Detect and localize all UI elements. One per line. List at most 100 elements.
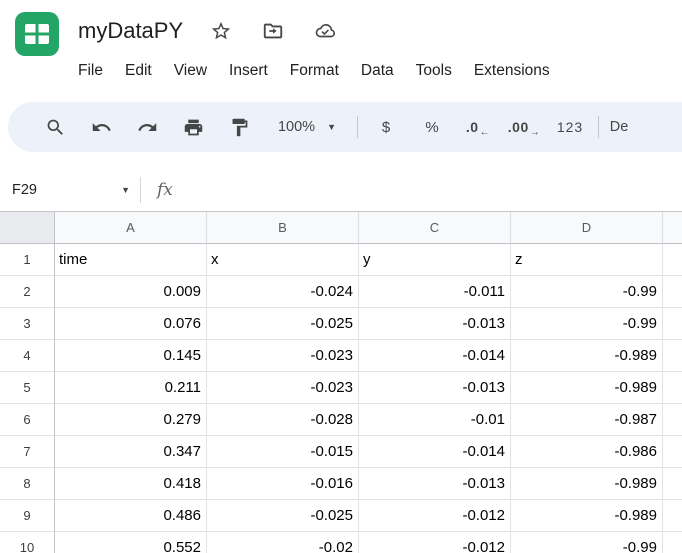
paint-format-icon[interactable] — [216, 109, 262, 145]
cell-E6[interactable] — [663, 404, 682, 436]
menu-file[interactable]: File — [67, 57, 114, 85]
row-header-2[interactable]: 2 — [0, 276, 55, 308]
menu-insert[interactable]: Insert — [218, 57, 279, 85]
cell-C6[interactable]: -0.01 — [359, 404, 511, 436]
cell-D7[interactable]: -0.986 — [511, 436, 663, 468]
cell-C7[interactable]: -0.014 — [359, 436, 511, 468]
column-header-row: ABCDE — [0, 212, 682, 244]
column-header-D[interactable]: D — [511, 212, 663, 244]
cell-D9[interactable]: -0.989 — [511, 500, 663, 532]
cell-B1[interactable]: x — [207, 244, 359, 276]
row-header-5[interactable]: 5 — [0, 372, 55, 404]
sheets-logo-icon[interactable] — [14, 11, 60, 57]
undo-icon[interactable] — [78, 109, 124, 145]
menu-tools[interactable]: Tools — [405, 57, 463, 85]
cell-B3[interactable]: -0.025 — [207, 308, 359, 340]
cell-A7[interactable]: 0.347 — [55, 436, 207, 468]
app-header: myDataPY File Edit View Insert Format Da… — [0, 0, 682, 88]
column-header-E[interactable]: E — [663, 212, 682, 244]
cell-E10[interactable] — [663, 532, 682, 553]
zoom-value: 100% — [278, 119, 315, 135]
decrease-decimal-label: .0 — [466, 119, 479, 135]
cell-D4[interactable]: -0.989 — [511, 340, 663, 372]
cell-C5[interactable]: -0.013 — [359, 372, 511, 404]
cell-B9[interactable]: -0.025 — [207, 500, 359, 532]
menu-format[interactable]: Format — [279, 57, 350, 85]
cell-C9[interactable]: -0.012 — [359, 500, 511, 532]
formula-bar: F29 ▼ fx — [0, 168, 682, 212]
cell-B4[interactable]: -0.023 — [207, 340, 359, 372]
star-icon[interactable] — [209, 19, 233, 43]
toolbar-divider — [357, 116, 358, 138]
column-header-B[interactable]: B — [207, 212, 359, 244]
cell-E1[interactable] — [663, 244, 682, 276]
row-header-9[interactable]: 9 — [0, 500, 55, 532]
menu-view[interactable]: View — [163, 57, 218, 85]
cell-C4[interactable]: -0.014 — [359, 340, 511, 372]
row-header-7[interactable]: 7 — [0, 436, 55, 468]
cell-A5[interactable]: 0.211 — [55, 372, 207, 404]
cell-E2[interactable] — [663, 276, 682, 308]
cell-D10[interactable]: -0.99 — [511, 532, 663, 553]
font-selector[interactable]: De — [604, 109, 634, 145]
document-title[interactable]: myDataPY — [78, 18, 183, 44]
fx-icon: fx — [157, 180, 173, 200]
column-header-C[interactable]: C — [359, 212, 511, 244]
column-header-A[interactable]: A — [55, 212, 207, 244]
cell-A6[interactable]: 0.279 — [55, 404, 207, 436]
currency-format-button[interactable]: $ — [363, 109, 409, 145]
cell-B6[interactable]: -0.028 — [207, 404, 359, 436]
toolbar: 100% ▼ $ % .0← .00→ 123 De — [8, 102, 682, 152]
search-icon[interactable] — [32, 109, 78, 145]
cell-A10[interactable]: 0.552 — [55, 532, 207, 553]
cell-C2[interactable]: -0.011 — [359, 276, 511, 308]
cell-E7[interactable] — [663, 436, 682, 468]
cell-E9[interactable] — [663, 500, 682, 532]
select-all-corner[interactable] — [0, 212, 55, 244]
cell-D1[interactable]: z — [511, 244, 663, 276]
cell-C8[interactable]: -0.013 — [359, 468, 511, 500]
row-header-4[interactable]: 4 — [0, 340, 55, 372]
percent-format-button[interactable]: % — [409, 109, 455, 145]
menu-data[interactable]: Data — [350, 57, 405, 85]
cell-E5[interactable] — [663, 372, 682, 404]
row-header-1[interactable]: 1 — [0, 244, 55, 276]
cell-D6[interactable]: -0.987 — [511, 404, 663, 436]
cell-D8[interactable]: -0.989 — [511, 468, 663, 500]
cell-C3[interactable]: -0.013 — [359, 308, 511, 340]
row-header-8[interactable]: 8 — [0, 468, 55, 500]
decrease-decimal-button[interactable]: .0← — [455, 109, 501, 145]
cell-A1[interactable]: time — [55, 244, 207, 276]
cell-D2[interactable]: -0.99 — [511, 276, 663, 308]
cell-B10[interactable]: -0.02 — [207, 532, 359, 553]
row-header-10[interactable]: 10 — [0, 532, 55, 553]
cell-B7[interactable]: -0.015 — [207, 436, 359, 468]
menu-edit[interactable]: Edit — [114, 57, 163, 85]
cell-D5[interactable]: -0.989 — [511, 372, 663, 404]
cell-A9[interactable]: 0.486 — [55, 500, 207, 532]
row-header-3[interactable]: 3 — [0, 308, 55, 340]
cell-E8[interactable] — [663, 468, 682, 500]
zoom-selector[interactable]: 100% ▼ — [262, 109, 352, 145]
cell-E3[interactable] — [663, 308, 682, 340]
cell-B2[interactable]: -0.024 — [207, 276, 359, 308]
name-box[interactable]: F29 ▼ — [0, 168, 140, 211]
row-header-6[interactable]: 6 — [0, 404, 55, 436]
menu-extensions[interactable]: Extensions — [463, 57, 561, 85]
cell-B5[interactable]: -0.023 — [207, 372, 359, 404]
cell-D3[interactable]: -0.99 — [511, 308, 663, 340]
redo-icon[interactable] — [124, 109, 170, 145]
move-folder-icon[interactable] — [261, 19, 285, 43]
cell-A3[interactable]: 0.076 — [55, 308, 207, 340]
cell-A8[interactable]: 0.418 — [55, 468, 207, 500]
increase-decimal-button[interactable]: .00→ — [501, 109, 547, 145]
cell-B8[interactable]: -0.016 — [207, 468, 359, 500]
cell-C10[interactable]: -0.012 — [359, 532, 511, 553]
cell-E4[interactable] — [663, 340, 682, 372]
number-format-button[interactable]: 123 — [547, 109, 593, 145]
cell-C1[interactable]: y — [359, 244, 511, 276]
print-icon[interactable] — [170, 109, 216, 145]
cloud-saved-icon[interactable] — [313, 19, 337, 43]
cell-A4[interactable]: 0.145 — [55, 340, 207, 372]
cell-A2[interactable]: 0.009 — [55, 276, 207, 308]
